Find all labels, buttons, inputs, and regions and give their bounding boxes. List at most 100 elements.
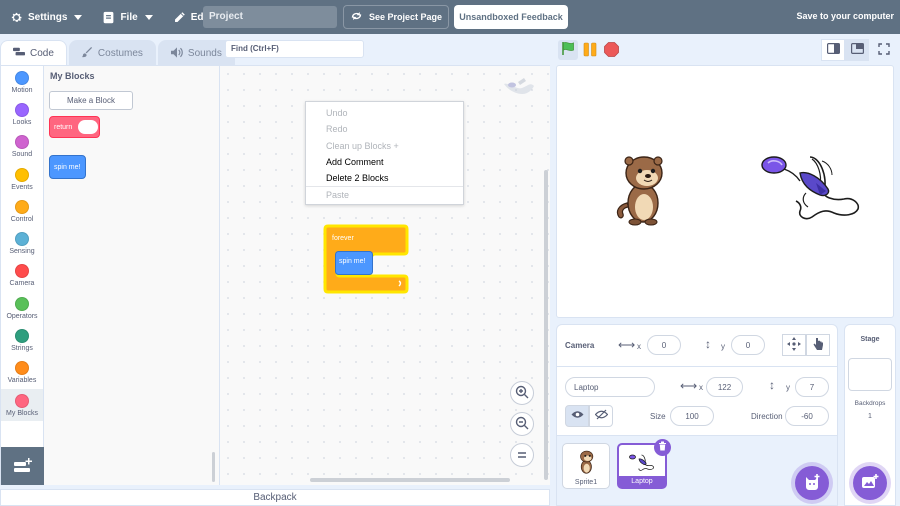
camera-drag-button[interactable]: [806, 334, 830, 356]
return-block[interactable]: return: [49, 116, 100, 138]
backpack-header[interactable]: Backpack: [0, 489, 550, 506]
fullscreen-icon: [878, 42, 890, 58]
context-menu-item-delete-2-blocks[interactable]: Delete 2 Blocks: [306, 170, 463, 186]
settings-menu[interactable]: Settings: [2, 0, 90, 34]
workspace-horizontal-scrollbar[interactable]: [310, 478, 510, 482]
feedback-button[interactable]: Unsandboxed Feedback: [454, 5, 568, 29]
size-label: Size: [650, 412, 666, 421]
fullscreen-button[interactable]: [872, 39, 896, 61]
add-extension-button[interactable]: [1, 447, 44, 485]
block-palette: My Blocks Make a Block return spin me!: [44, 66, 220, 485]
small-stage-icon: [826, 43, 840, 57]
sprite-x-input[interactable]: 122: [706, 377, 743, 397]
speaker-icon: [170, 46, 183, 61]
category-color-dot: [15, 393, 29, 408]
category-control[interactable]: Control: [1, 195, 43, 227]
category-variables[interactable]: Variables: [1, 357, 43, 389]
sprite-watermark-icon: [500, 76, 536, 103]
see-project-button[interactable]: See Project Page: [343, 5, 449, 29]
category-label: Variables: [7, 377, 37, 385]
sprite-x-label: x: [699, 383, 703, 392]
category-color-dot: [15, 296, 29, 311]
direction-input[interactable]: -60: [785, 406, 829, 426]
stage-size-controls: [821, 39, 896, 61]
green-flag-button[interactable]: [558, 40, 578, 60]
category-color-dot: [15, 70, 29, 85]
sprite-name-input[interactable]: Laptop: [565, 377, 655, 397]
camera-x-label: x: [637, 342, 641, 351]
pause-button[interactable]: [583, 42, 597, 60]
add-backdrop-button[interactable]: [853, 466, 887, 500]
vertical-arrows-icon: ↕: [769, 378, 775, 392]
add-sprite-button[interactable]: [795, 466, 829, 500]
laptop-sprite[interactable]: [760, 151, 864, 227]
palette-title: My Blocks: [50, 71, 95, 81]
tab-sounds-label: Sounds: [187, 48, 222, 59]
normal-stage-button[interactable]: [845, 39, 869, 61]
sprite-thumb-label: Sprite1: [574, 479, 598, 486]
direction-label: Direction: [751, 412, 783, 421]
camera-move-button[interactable]: [782, 334, 806, 356]
horizontal-arrows-icon: ⟷: [618, 338, 636, 352]
green-flag-icon: [561, 41, 575, 59]
return-block-label: return: [54, 123, 73, 131]
camera-y-input[interactable]: 0: [731, 335, 765, 355]
extension-icon: [13, 457, 33, 476]
category-operators[interactable]: Operators: [1, 292, 43, 324]
project-title-input[interactable]: Project: [203, 6, 337, 28]
find-input[interactable]: Find (Ctrl+F): [225, 40, 364, 58]
sprite-thumb[interactable]: Sprite1: [562, 443, 610, 489]
sprite-y-input[interactable]: 7: [795, 377, 829, 397]
stage-thumbnail[interactable]: [848, 358, 892, 391]
file-menu[interactable]: File: [94, 0, 160, 34]
make-block-button[interactable]: Make a Block: [49, 91, 133, 110]
category-strings[interactable]: Strings: [1, 324, 43, 356]
save-to-computer-link[interactable]: Save to your computer: [796, 11, 894, 21]
category-label: Control: [10, 215, 34, 223]
small-stage-button[interactable]: [821, 39, 845, 61]
spin-me-block[interactable]: spin me!: [49, 155, 86, 179]
stop-button[interactable]: [604, 42, 619, 60]
otter-sprite[interactable]: [615, 151, 669, 227]
backdrops-count: 1: [868, 413, 872, 420]
hide-sprite-button[interactable]: [589, 405, 613, 427]
pencil-icon: [173, 11, 186, 24]
return-input-slot[interactable]: [78, 120, 99, 134]
otter-thumbnail: [580, 450, 594, 474]
tab-costumes-label: Costumes: [97, 48, 143, 59]
file-label: File: [120, 11, 138, 23]
category-looks[interactable]: Looks: [1, 98, 43, 130]
eye-slash-icon: [594, 409, 608, 423]
category-events[interactable]: Events: [1, 163, 43, 195]
normal-stage-icon: [850, 43, 864, 57]
zoom-in-button[interactable]: [510, 381, 534, 405]
zoom-reset-button[interactable]: [510, 443, 534, 467]
context-menu-item-add-comment[interactable]: Add Comment: [306, 154, 463, 170]
tab-code-label: Code: [30, 48, 54, 59]
image-plus-icon: [861, 473, 879, 493]
category-camera[interactable]: Camera: [1, 260, 43, 292]
category-label: Sound: [11, 151, 33, 159]
category-my-blocks[interactable]: My Blocks: [1, 388, 43, 422]
delete-sprite-button[interactable]: [654, 439, 671, 456]
trash-icon: [658, 441, 667, 454]
tab-sounds[interactable]: Sounds: [157, 40, 235, 66]
show-sprite-button[interactable]: [565, 405, 589, 427]
palette-scrollbar[interactable]: [212, 452, 215, 482]
size-input[interactable]: 100: [670, 406, 714, 426]
stage-canvas[interactable]: [556, 65, 894, 318]
camera-x-input[interactable]: 0: [647, 335, 681, 355]
editor-tabs: Code Costumes Sounds: [0, 40, 237, 66]
tab-costumes[interactable]: Costumes: [68, 40, 156, 66]
tab-code[interactable]: Code: [0, 40, 67, 66]
zoom-out-button[interactable]: [510, 412, 534, 436]
category-sound[interactable]: Sound: [1, 131, 43, 163]
gear-icon: [10, 11, 23, 24]
category-motion[interactable]: Motion: [1, 66, 43, 98]
workspace-vertical-scrollbar[interactable]: [544, 170, 548, 480]
context-menu: Undo Redo Clean up Blocks + Add Comment Dele…: [305, 101, 464, 205]
context-menu-item-undo: Undo: [326, 108, 348, 119]
category-label: Operators: [6, 312, 38, 320]
context-menu-item-paste: Paste: [306, 186, 463, 202]
category-sensing[interactable]: Sensing: [1, 227, 43, 259]
